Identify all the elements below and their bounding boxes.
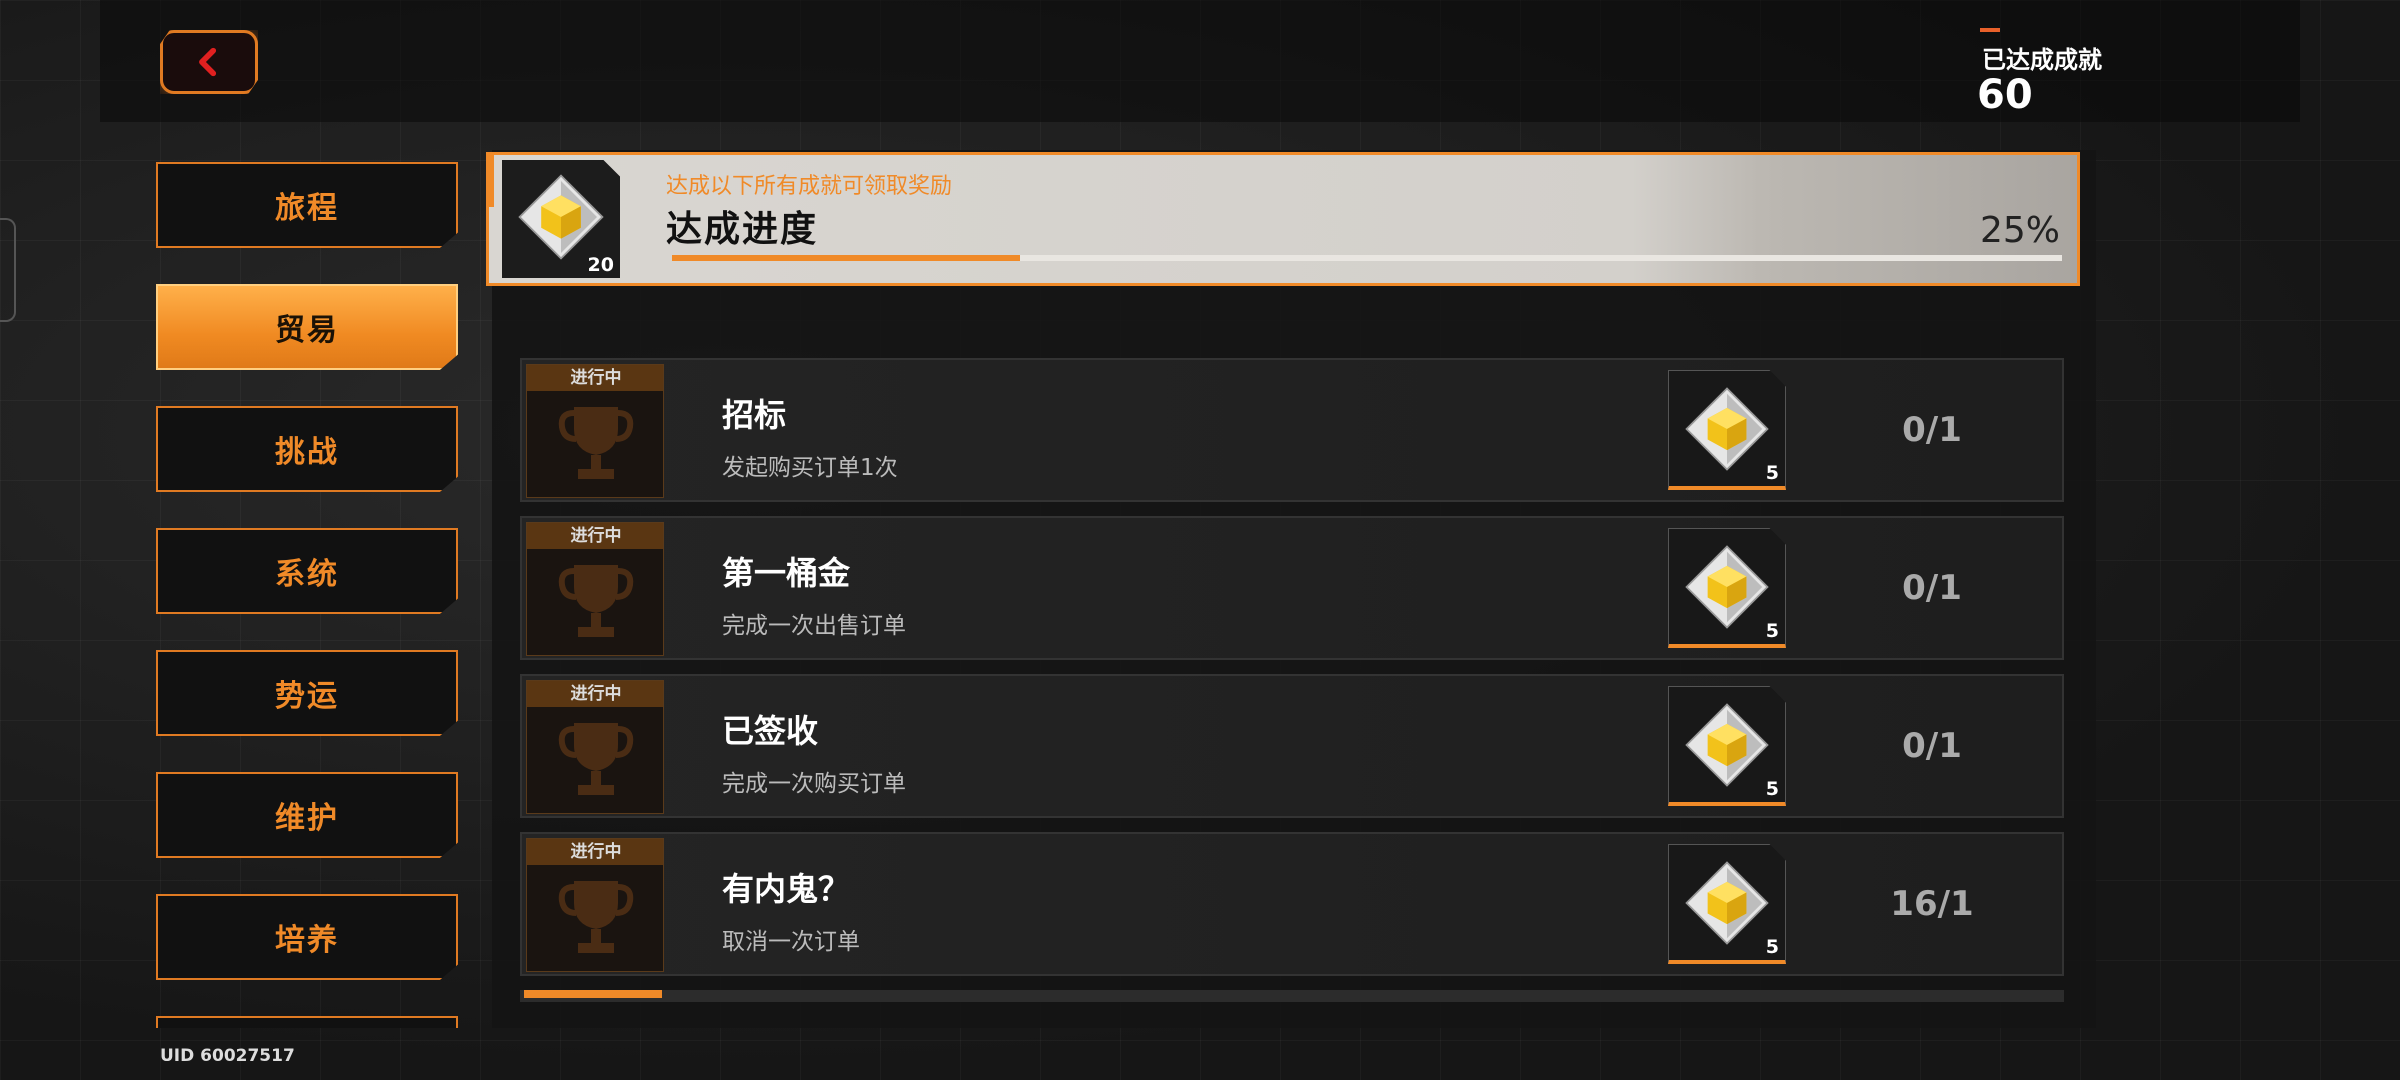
task-description: 完成一次购买订单 bbox=[722, 771, 906, 797]
gem-cube-icon bbox=[518, 174, 604, 260]
task-description: 取消一次订单 bbox=[722, 929, 860, 955]
back-button[interactable] bbox=[160, 30, 258, 94]
reward-item[interactable]: 5 bbox=[1668, 370, 1786, 490]
task-row[interactable]: 进行中 第一桶金 完成一次出售订单 5 0/1 bbox=[520, 516, 2064, 660]
sidebar-item-system[interactable]: 系统 bbox=[156, 528, 458, 614]
gem-cube-icon bbox=[1685, 387, 1769, 471]
user-id: UID 60027517 bbox=[160, 1046, 295, 1066]
gem-cube-icon bbox=[1685, 703, 1769, 787]
sidebar-item-trade[interactable]: 贸易 bbox=[156, 284, 458, 370]
reward-count: 5 bbox=[1765, 462, 1779, 484]
reward-item[interactable]: 5 bbox=[1668, 528, 1786, 648]
reward-count: 20 bbox=[587, 254, 614, 276]
header-accent bbox=[486, 152, 494, 207]
progress-bar-fill bbox=[672, 255, 1020, 261]
achievement-label: 已达成成就 bbox=[1982, 46, 2102, 74]
reward-count: 5 bbox=[1765, 620, 1779, 642]
sidebar-item-training[interactable]: 培养 bbox=[156, 894, 458, 980]
task-description: 发起购买订单1次 bbox=[722, 455, 898, 481]
task-list[interactable]: 5 进行中 招标 发起购买订单1次 5 0/1 bbox=[520, 292, 2066, 1002]
chevron-left-icon bbox=[199, 47, 217, 77]
trophy-badge: 进行中 bbox=[526, 364, 664, 498]
sidebar-item-fortune[interactable]: 势运 bbox=[156, 650, 458, 736]
reward-count: 5 bbox=[1765, 936, 1779, 958]
reward-count: 5 bbox=[1765, 778, 1779, 800]
side-drawer-handle[interactable] bbox=[0, 218, 16, 322]
achievement-accent bbox=[1980, 28, 2000, 32]
progress-bar bbox=[672, 255, 2062, 261]
progress-reward[interactable]: 20 bbox=[502, 160, 620, 278]
trophy-icon bbox=[558, 565, 634, 637]
category-sidebar: 旅程 贸易 挑战 系统 势运 维护 培养 bbox=[156, 162, 458, 1028]
task-name: 第一桶金 bbox=[722, 554, 851, 592]
status-badge: 进行中 bbox=[527, 839, 663, 865]
status-badge: 进行中 bbox=[527, 365, 663, 391]
task-description: 完成一次出售订单 bbox=[722, 613, 906, 639]
status-badge: 进行中 bbox=[527, 681, 663, 707]
task-row[interactable]: 进行中 有内鬼？ 取消一次订单 5 16/1 bbox=[520, 832, 2064, 976]
trophy-icon bbox=[558, 881, 634, 953]
sidebar-item-maintenance[interactable]: 维护 bbox=[156, 772, 458, 858]
task-progress: 16/1 bbox=[1890, 884, 1974, 924]
progress-percent: 25% bbox=[1980, 210, 2061, 251]
task-name: 有内鬼？ bbox=[722, 870, 851, 908]
task-row[interactable]: 进行中 已签收 完成一次购买订单 5 0/1 bbox=[520, 674, 2064, 818]
gem-cube-icon bbox=[1685, 545, 1769, 629]
sidebar-item-journey[interactable]: 旅程 bbox=[156, 162, 458, 248]
reward-item[interactable]: 5 bbox=[1668, 844, 1786, 964]
trophy-icon bbox=[558, 407, 634, 479]
task-row[interactable]: 进行中 招标 发起购买订单1次 5 0/1 bbox=[520, 358, 2064, 502]
task-row-partial bbox=[520, 990, 2064, 1002]
status-badge: 进行中 bbox=[527, 523, 663, 549]
task-name: 招标 bbox=[722, 396, 787, 434]
task-progress: 0/1 bbox=[1902, 410, 1962, 450]
progress-subtitle: 达成以下所有成就可领取奖励 bbox=[666, 174, 953, 199]
reward-item[interactable]: 5 bbox=[1668, 686, 1786, 806]
achievement-count: 60 bbox=[1977, 72, 2033, 118]
task-progress: 0/1 bbox=[1902, 726, 1962, 766]
trophy-badge: 进行中 bbox=[526, 680, 664, 814]
sidebar-item-challenge[interactable]: 挑战 bbox=[156, 406, 458, 492]
trophy-icon bbox=[558, 723, 634, 795]
trophy-badge: 进行中 bbox=[526, 838, 664, 972]
gem-cube-icon bbox=[1685, 861, 1769, 945]
status-badge bbox=[524, 990, 662, 998]
trophy-badge: 进行中 bbox=[526, 522, 664, 656]
task-name: 已签收 bbox=[722, 712, 819, 750]
progress-title: 达成进度 bbox=[666, 209, 819, 250]
sidebar-item-more[interactable] bbox=[156, 1016, 458, 1028]
top-bar bbox=[100, 0, 2300, 122]
task-progress: 0/1 bbox=[1902, 568, 1962, 608]
